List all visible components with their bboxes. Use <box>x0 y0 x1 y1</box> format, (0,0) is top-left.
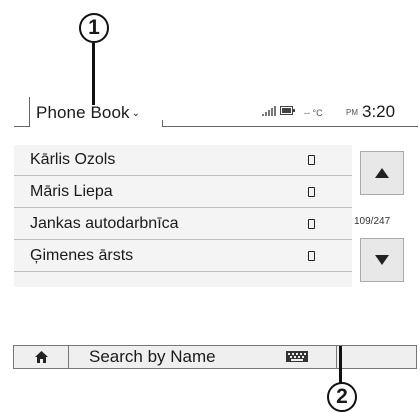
phone-icon <box>308 251 315 261</box>
scroll-up-button[interactable] <box>360 151 404 195</box>
callout-1-leader <box>92 43 95 105</box>
contact-name: Māris Liepa <box>30 183 113 200</box>
clock-time: 3:20 <box>362 102 396 121</box>
signal-icon <box>262 106 276 116</box>
bottom-bar: Search by Name <box>13 345 417 369</box>
list-item[interactable]: Māris Liepa <box>14 177 352 208</box>
search-by-name-button[interactable]: Search by Name <box>89 347 216 367</box>
list-item[interactable]: Kārlis Ozols <box>14 145 352 176</box>
contact-name: Ģimenes ārsts <box>30 247 134 264</box>
callout-2-label: 2 <box>336 385 348 408</box>
keyboard-icon[interactable] <box>286 351 308 362</box>
tab-outline-left <box>14 126 30 127</box>
scroll-down-icon <box>375 255 389 265</box>
phone-book-tab-label: Phone Book <box>36 103 130 122</box>
chevron-down-icon: ⌄ <box>131 108 141 119</box>
phone-icon <box>308 187 315 197</box>
contact-list: Kārlis Ozols Māris Liepa Jankas autodarb… <box>14 145 352 287</box>
contact-name: Kārlis Ozols <box>30 151 116 168</box>
callout-2: 2 <box>327 382 357 412</box>
callout-1: 1 <box>79 13 109 43</box>
tab-outline-leftwall <box>29 97 30 127</box>
contact-name: Jankas autodarbnīca <box>30 215 179 232</box>
callout-1-label: 1 <box>88 16 100 39</box>
callout-2-leader <box>339 346 342 384</box>
scroll-down-button[interactable] <box>360 238 404 282</box>
page-counter: 109/247 <box>354 216 391 227</box>
home-button[interactable] <box>14 346 69 368</box>
battery-icon <box>280 106 295 115</box>
phone-book-tab[interactable]: Phone Book ⌄ <box>36 103 140 123</box>
phone-icon <box>308 155 315 165</box>
home-icon <box>34 351 48 363</box>
list-item[interactable]: Jankas autodarbnīca <box>14 209 352 240</box>
temperature-readout: -- °C <box>304 108 323 118</box>
phone-icon <box>308 219 315 229</box>
scroll-up-icon <box>375 168 389 178</box>
list-item[interactable]: Ģimenes ārsts <box>14 241 352 272</box>
bar-divider <box>336 346 337 368</box>
tab-outline-bottom <box>162 126 418 127</box>
am-pm-indicator: PM <box>346 108 358 117</box>
